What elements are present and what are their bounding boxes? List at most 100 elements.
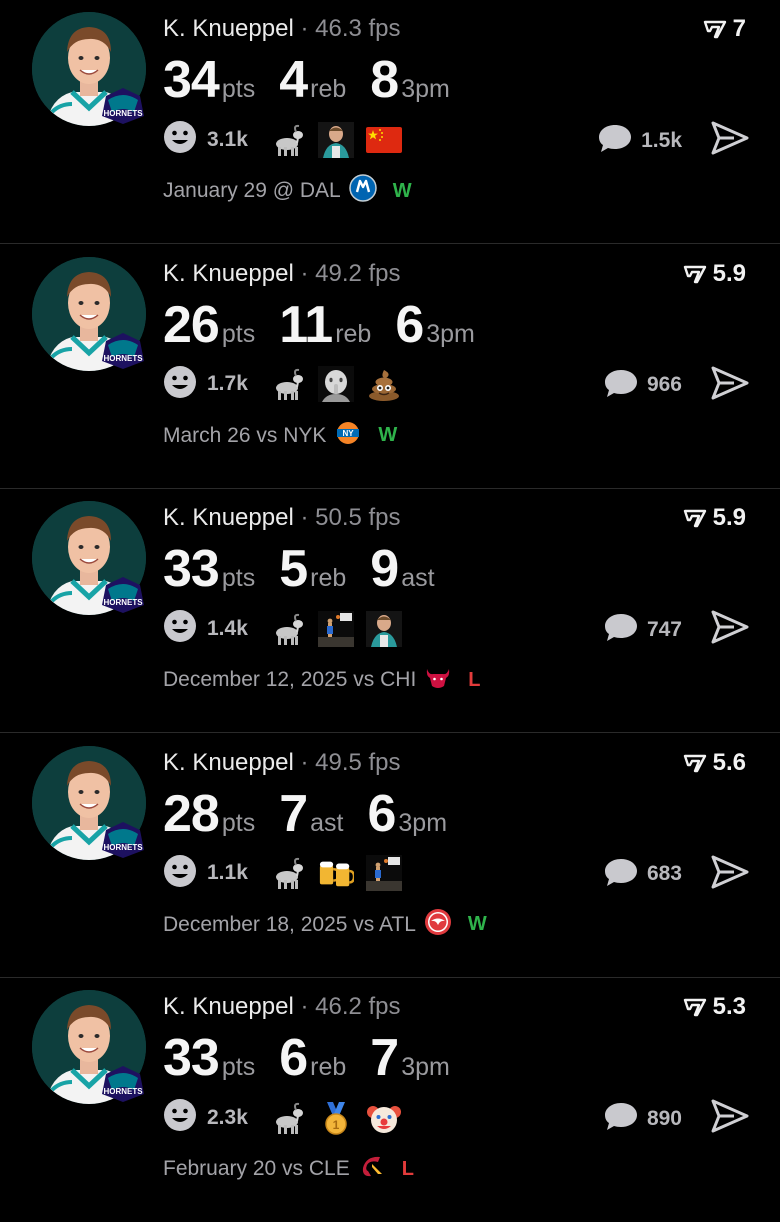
comment-count: 966 <box>646 373 682 397</box>
rating-badge[interactable]: 5.9 <box>683 503 746 533</box>
beer-mugs-emoji[interactable] <box>318 855 354 891</box>
game-result: W <box>378 424 398 447</box>
reaction-count: 1.7k <box>207 372 248 396</box>
game-info: March 26 vs NYK NY W <box>163 419 397 453</box>
gold-medal-emoji[interactable]: 1 <box>318 1100 354 1136</box>
share-icon[interactable] <box>710 365 750 401</box>
player-name[interactable]: K. Knueppel <box>163 260 294 287</box>
comment-icon <box>603 856 639 893</box>
stat-reb: 11 reb <box>279 295 371 355</box>
share-icon[interactable] <box>710 120 750 156</box>
share-icon[interactable] <box>710 854 750 890</box>
rating-badge[interactable]: 7 <box>703 14 746 44</box>
goat-emoji[interactable] <box>270 611 306 647</box>
share-icon[interactable] <box>710 609 750 645</box>
comment-icon <box>603 367 639 404</box>
stat-value: 4 <box>279 51 308 109</box>
stat-value: 26 <box>163 295 220 354</box>
clown-face-emoji[interactable] <box>366 1100 402 1136</box>
reactions-row: 3.1k <box>163 120 414 159</box>
post-card[interactable]: HORNETS K. Knueppel · 46.3 fps 7 34 pts … <box>0 0 780 244</box>
player-name[interactable]: K. Knueppel <box>163 993 294 1020</box>
hawks-logo <box>416 908 452 942</box>
post-card[interactable]: HORNETS K. Knueppel · 46.2 fps 5.3 33 pt… <box>0 978 780 1222</box>
rating-badge[interactable]: 5.6 <box>683 748 746 778</box>
shushing-face-emoji[interactable] <box>317 366 354 403</box>
rating-value: 5.6 <box>712 748 746 776</box>
basketball-shot-emoji[interactable] <box>365 855 402 892</box>
game-result: L <box>468 668 481 691</box>
comment-count: 1.5k <box>641 128 682 152</box>
poop-emoji[interactable] <box>366 366 402 402</box>
stat-unit: pts <box>221 319 256 348</box>
comments-button[interactable]: 890 <box>603 1100 682 1137</box>
comment-count: 890 <box>646 1106 682 1130</box>
smiley-icon[interactable] <box>163 365 197 404</box>
player-avatar[interactable] <box>32 12 146 126</box>
smiley-icon[interactable] <box>163 1098 197 1137</box>
game-result: L <box>401 1157 414 1180</box>
smiley-icon[interactable] <box>163 854 197 893</box>
comment-count: 747 <box>646 617 682 641</box>
post-card[interactable]: HORNETS K. Knueppel · 50.5 fps 5.9 33 pt… <box>0 489 780 734</box>
post-card[interactable]: HORNETS K. Knueppel · 49.2 fps 5.9 26 pt… <box>0 245 780 489</box>
player-name[interactable]: K. Knueppel <box>163 504 294 531</box>
svg-text:NY: NY <box>343 429 355 438</box>
reaction-count: 1.1k <box>207 861 248 885</box>
stat-pts: 28 pts <box>163 784 255 844</box>
reactions-row: 1.1k <box>163 854 414 893</box>
player-avatar[interactable] <box>32 501 146 616</box>
post-header: K. Knueppel · 49.5 fps <box>163 748 401 778</box>
stat-ast: 7 ast <box>279 784 343 844</box>
stat-pts: 33 pts <box>163 1028 255 1088</box>
goat-emoji[interactable] <box>270 122 306 158</box>
fps-score: 50.5 fps <box>315 504 401 532</box>
stat-line: 26 pts 11 reb 6 3pm <box>163 295 499 355</box>
reaction-count: 3.1k <box>207 127 248 151</box>
goat-emoji[interactable] <box>270 366 306 402</box>
stat-unit: 3pm <box>426 319 475 348</box>
china-flag-emoji[interactable] <box>365 122 402 158</box>
comment-count: 683 <box>646 862 682 886</box>
stat-unit: pts <box>221 564 256 593</box>
rating-badge[interactable]: 5.9 <box>683 259 746 289</box>
goat-emoji[interactable] <box>270 855 306 891</box>
separator-dot: · <box>300 15 309 42</box>
comments-button[interactable]: 747 <box>603 611 682 648</box>
stat-line: 34 pts 4 reb 8 3pm <box>163 50 474 110</box>
stat-unit: pts <box>221 808 256 837</box>
stat-unit: 3pm <box>401 1053 450 1082</box>
stat-value: 33 <box>163 540 220 599</box>
bulls-logo <box>416 663 452 697</box>
goat-emoji[interactable] <box>270 1100 306 1136</box>
basketball-shot-emoji[interactable] <box>317 610 354 647</box>
comments-button[interactable]: 683 <box>603 856 682 893</box>
reaction-count: 2.3k <box>207 1105 248 1129</box>
player-photo-emoji[interactable] <box>365 610 402 647</box>
reaction-count: 1.4k <box>207 616 248 640</box>
comments-button[interactable]: 1.5k <box>597 122 682 159</box>
comments-button[interactable]: 966 <box>603 367 682 404</box>
stat-line: 33 pts 6 reb 7 3pm <box>163 1028 474 1088</box>
post-card[interactable]: HORNETS K. Knueppel · 49.5 fps 5.6 28 pt… <box>0 734 780 978</box>
post-header: K. Knueppel · 46.3 fps <box>163 14 401 44</box>
game-date: January 29 @ DAL <box>163 179 341 202</box>
player-avatar[interactable] <box>32 990 146 1105</box>
stat-value: 9 <box>370 540 399 599</box>
comment-icon <box>603 611 639 648</box>
rating-value: 5.9 <box>712 504 746 532</box>
player-photo-emoji[interactable] <box>317 121 354 158</box>
smiley-icon[interactable] <box>163 609 197 648</box>
mavericks-logo <box>341 174 377 208</box>
player-avatar[interactable] <box>32 745 146 860</box>
stat-line: 33 pts 5 reb 9 ast <box>163 539 459 599</box>
comment-icon <box>603 1100 639 1137</box>
player-name[interactable]: K. Knueppel <box>163 749 294 776</box>
smiley-icon[interactable] <box>163 120 197 159</box>
game-result: W <box>467 913 487 936</box>
reactions-row: 1.4k <box>163 609 414 648</box>
share-icon[interactable] <box>710 1098 750 1134</box>
player-avatar[interactable] <box>32 256 146 371</box>
rating-badge[interactable]: 5.3 <box>683 992 746 1022</box>
player-name[interactable]: K. Knueppel <box>163 15 294 42</box>
